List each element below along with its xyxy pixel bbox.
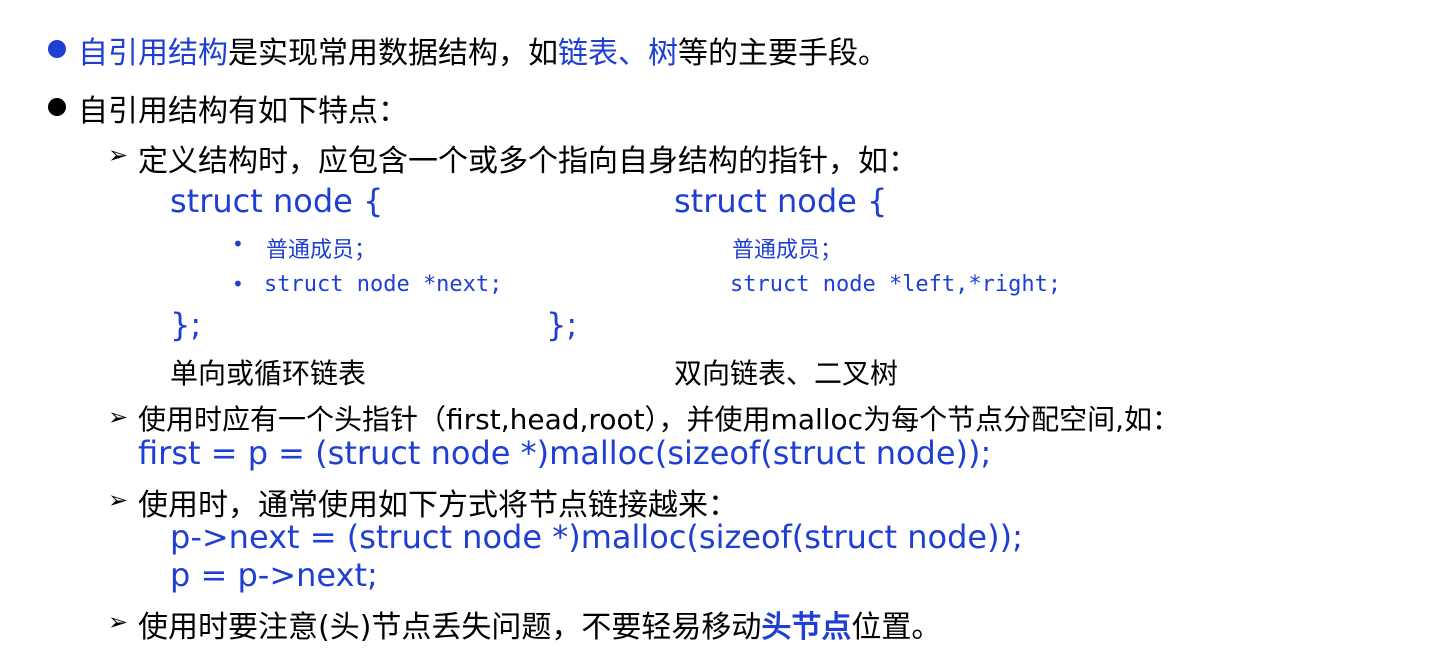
term-head-node: 头节点	[761, 610, 852, 645]
left-struct-header: struct node {	[170, 182, 384, 220]
point3-code1: p->next = (struct node *)malloc(sizeof(s…	[170, 518, 1023, 556]
point4-text-b: 位置。	[851, 610, 942, 645]
bullet1-line: 自引用结构是实现常用数据结构，如链表、树等的主要手段。	[78, 28, 888, 72]
point2-code: first = p = (struct node *)malloc(sizeof…	[138, 434, 992, 472]
point2-line: 使用时应有一个头指针（first,head,root），并使用malloc为每个…	[138, 403, 1180, 436]
left-struct-close: };	[170, 306, 202, 344]
bullet1-text-a: 是实现常用数据结构，如	[228, 36, 558, 71]
right-struct-member1: 普通成员；	[732, 238, 843, 263]
point4-text-a: 使用时要注意(头)节点丢失问题，不要轻易移动	[138, 610, 762, 645]
right-struct-close: };	[546, 306, 578, 344]
bullet2-line: 自引用结构有如下特点：	[78, 94, 408, 129]
right-struct-member2: struct node *left,*right;	[730, 272, 1062, 297]
list-dot-icon: •	[232, 232, 244, 256]
arrow-right-icon: ➢	[108, 486, 129, 514]
list-dot-icon: •	[232, 272, 244, 296]
arrow-right-icon: ➢	[108, 141, 129, 169]
right-struct-caption: 双向链表、二叉树	[674, 357, 899, 390]
bullet-icon	[48, 98, 66, 116]
point1-line: 定义结构时，应包含一个或多个指向自身结构的指针，如：	[138, 144, 918, 179]
term-list-tree: 链表、树	[558, 36, 678, 71]
term-self-reference: 自引用结构	[78, 36, 228, 71]
arrow-right-icon: ➢	[108, 403, 129, 431]
point4-line: 使用时要注意(头)节点丢失问题，不要轻易移动头节点位置。	[138, 602, 941, 646]
point3-code2: p = p->next;	[170, 556, 378, 594]
left-struct-caption: 单向或循环链表	[170, 357, 367, 390]
arrow-right-icon: ➢	[108, 608, 129, 636]
right-struct-header: struct node {	[674, 182, 888, 220]
bullet1-text-b: 等的主要手段。	[678, 36, 888, 71]
left-struct-member2: struct node *next;	[264, 272, 503, 297]
bullet-icon	[48, 40, 66, 58]
left-struct-member1: 普通成员；	[266, 238, 377, 263]
